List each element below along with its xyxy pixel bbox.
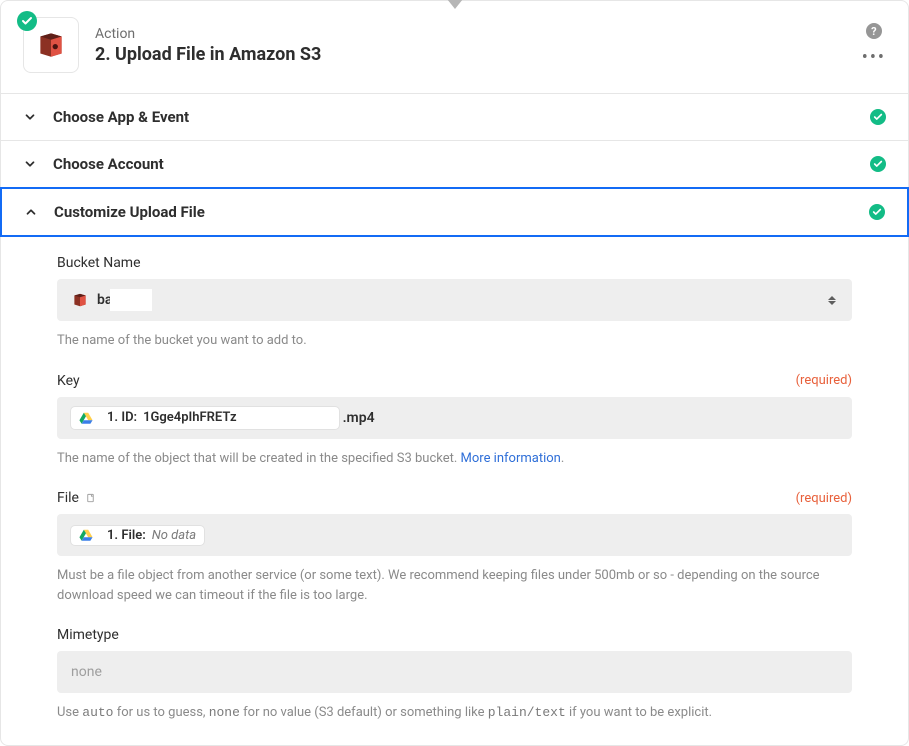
help-icon[interactable]: ? (866, 23, 882, 39)
file-icon (85, 492, 96, 505)
field-help: Must be a file object from another servi… (57, 566, 852, 605)
field-help: The name of the bucket you want to add t… (57, 331, 852, 351)
field-bucket-name: Bucket Name ba The name of the bucket yo… (57, 255, 852, 351)
field-help: The name of the object that will be crea… (57, 449, 852, 469)
action-title: 2. Upload File in Amazon S3 (95, 44, 862, 65)
field-help: Use auto for us to guess, none for no va… (57, 703, 852, 723)
pill-prefix: 1. File: (107, 528, 146, 543)
pill-prefix: 1. ID: (107, 410, 137, 425)
status-complete-icon (870, 109, 886, 125)
form-area: Bucket Name ba The name of the bucket yo… (1, 237, 908, 745)
amazon-s3-icon (34, 28, 68, 62)
card-header: Action 2. Upload File in Amazon S3 ? ••• (1, 1, 908, 93)
pill-value: No data (152, 528, 196, 543)
section-title: Choose App & Event (53, 108, 870, 126)
dropdown-caret-icon (828, 296, 836, 305)
bucket-name-select[interactable]: ba (57, 279, 852, 321)
section-title: Customize Upload File (54, 203, 869, 221)
mapped-value-pill[interactable]: 1. ID: 1Gge4pIhFRETz (71, 407, 339, 429)
key-input[interactable]: 1. ID: 1Gge4pIhFRETz .mp4 (57, 397, 852, 439)
more-info-link[interactable]: More information (461, 451, 561, 466)
placeholder: none (71, 664, 102, 680)
app-badge (23, 17, 79, 73)
amazon-s3-mini-icon (71, 291, 89, 309)
key-extension: .mp4 (343, 410, 375, 426)
status-complete-icon (869, 204, 885, 220)
chevron-up-icon (24, 205, 38, 219)
field-label: File (57, 490, 79, 506)
field-key: Key (required) 1. ID: 1Gge4pIhFRETz .mp (57, 373, 852, 469)
section-choose-account[interactable]: Choose Account (1, 140, 908, 187)
redacted-block (110, 289, 152, 311)
pill-value: 1Gge4pIhFRETz (143, 410, 236, 425)
chevron-down-icon (23, 110, 37, 124)
field-label: Key (57, 373, 80, 389)
section-title: Choose Account (53, 155, 870, 173)
field-label: Bucket Name (57, 255, 141, 271)
action-card: Action 2. Upload File in Amazon S3 ? •••… (0, 0, 909, 746)
action-label: Action (95, 26, 862, 42)
google-drive-icon (79, 528, 93, 542)
mapped-value-pill[interactable]: 1. File: No data (71, 526, 204, 545)
field-file: File (required) 1. File: No (57, 490, 852, 605)
status-check-icon (17, 11, 37, 31)
field-label: Mimetype (57, 627, 119, 643)
more-menu-icon[interactable]: ••• (862, 49, 886, 67)
google-drive-icon (79, 411, 93, 425)
file-input[interactable]: 1. File: No data (57, 514, 852, 556)
required-tag: (required) (796, 491, 852, 506)
mimetype-input[interactable]: none (57, 651, 852, 693)
field-mimetype: Mimetype none Use auto for us to guess, … (57, 627, 852, 723)
chevron-down-icon (23, 157, 37, 171)
status-complete-icon (870, 156, 886, 172)
required-tag: (required) (796, 373, 852, 388)
redacted-block (241, 409, 331, 427)
section-choose-app-event[interactable]: Choose App & Event (1, 93, 908, 140)
section-customize-upload[interactable]: Customize Upload File (0, 187, 909, 237)
